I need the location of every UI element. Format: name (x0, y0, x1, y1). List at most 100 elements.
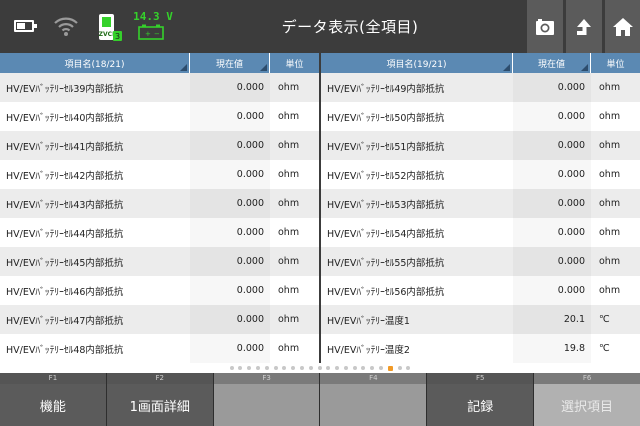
page-dot (370, 366, 375, 370)
current-value: 0.000 (190, 189, 270, 218)
page-dot (352, 366, 357, 370)
page-dot (229, 366, 234, 370)
function-key-number: F2 (106, 373, 213, 384)
item-name: HV/EVﾊﾞｯﾃﾘｰｾﾙ49内部抵抗 (327, 83, 445, 95)
svg-text:−: − (154, 30, 160, 38)
current-value: 0.000 (513, 102, 591, 131)
unit: ℃ (599, 343, 610, 354)
function-key-f5[interactable]: F5 記録 (427, 373, 535, 426)
header-current-value[interactable]: 現在値 (513, 53, 591, 73)
function-key-number: F4 (320, 373, 427, 384)
function-key-number: F1 (0, 373, 106, 384)
current-value: 0.000 (190, 247, 270, 276)
current-value: 0.000 (190, 102, 270, 131)
battery-icon (14, 20, 37, 32)
function-key-label (213, 384, 320, 426)
header-current-value[interactable]: 現在値 (190, 53, 270, 73)
header-item-name[interactable]: 項目名(18/21) (0, 53, 190, 73)
item-name: HV/EVﾊﾞｯﾃﾘｰ温度2 (327, 344, 410, 356)
table-row[interactable]: HV/EVﾊﾞｯﾃﾘｰｾﾙ45内部抵抗 0.000 ohm (0, 247, 319, 276)
table-row[interactable]: HV/EVﾊﾞｯﾃﾘｰｾﾙ44内部抵抗 0.000 ohm (0, 218, 319, 247)
page-dot (335, 366, 340, 370)
table-row[interactable]: HV/EVﾊﾞｯﾃﾘｰｾﾙ56内部抵抗 0.000 ohm (321, 276, 640, 305)
unit: ohm (278, 314, 300, 325)
table-row[interactable]: HV/EVﾊﾞｯﾃﾘｰｾﾙ51内部抵抗 0.000 ohm (321, 131, 640, 160)
current-value: 0.000 (513, 247, 591, 276)
wifi-icon (54, 17, 78, 36)
unit: ohm (599, 140, 621, 151)
unit: ohm (278, 285, 300, 296)
unit: ohm (599, 256, 621, 267)
table-row[interactable]: HV/EVﾊﾞｯﾃﾘｰｾﾙ49内部抵抗 0.000 ohm (321, 73, 640, 102)
page-dot (308, 366, 313, 370)
home-button[interactable] (605, 0, 640, 53)
page-dot (406, 366, 411, 370)
table-row[interactable]: HV/EVﾊﾞｯﾃﾘｰｾﾙ39内部抵抗 0.000 ohm (0, 73, 319, 102)
function-key-f1[interactable]: F1 機能 (0, 373, 107, 426)
item-name: HV/EVﾊﾞｯﾃﾘｰｾﾙ45内部抵抗 (6, 257, 124, 269)
page-dot (361, 366, 366, 370)
page-dot (291, 366, 296, 370)
item-name: HV/EVﾊﾞｯﾃﾘｰｾﾙ54内部抵抗 (327, 228, 445, 240)
camera-button[interactable] (527, 0, 563, 53)
item-name: HV/EVﾊﾞｯﾃﾘｰｾﾙ43内部抵抗 (6, 199, 124, 211)
table-row[interactable]: HV/EVﾊﾞｯﾃﾘｰｾﾙ52内部抵抗 0.000 ohm (321, 160, 640, 189)
current-value: 0.000 (190, 160, 270, 189)
page-dot (299, 366, 304, 370)
unit: ohm (599, 198, 621, 209)
table-row[interactable]: HV/EVﾊﾞｯﾃﾘｰｾﾙ54内部抵抗 0.000 ohm (321, 218, 640, 247)
table-row[interactable]: HV/EVﾊﾞｯﾃﾘｰｾﾙ46内部抵抗 0.000 ohm (0, 276, 319, 305)
table-row[interactable]: HV/EVﾊﾞｯﾃﾘｰｾﾙ42内部抵抗 0.000 ohm (0, 160, 319, 189)
current-value: 0.000 (513, 218, 591, 247)
unit: ohm (599, 169, 621, 180)
current-value: 0.000 (513, 276, 591, 305)
table-row[interactable]: HV/EVﾊﾞｯﾃﾘｰｾﾙ40内部抵抗 0.000 ohm (0, 102, 319, 131)
back-button[interactable] (566, 0, 602, 53)
function-key-number: F6 (534, 373, 640, 384)
table-row[interactable]: HV/EVﾊﾞｯﾃﾘｰｾﾙ48内部抵抗 0.000 ohm (0, 334, 319, 363)
table-row[interactable]: HV/EVﾊﾞｯﾃﾘｰ温度1 20.1 ℃ (321, 305, 640, 334)
zvci-badge: 3 (115, 32, 120, 41)
page-dot (317, 366, 322, 370)
header-item-name[interactable]: 項目名(19/21) (321, 53, 513, 73)
function-key-f2[interactable]: F2 1画面詳細 (106, 373, 214, 426)
page-dot (326, 366, 331, 370)
item-name: HV/EVﾊﾞｯﾃﾘｰｾﾙ52内部抵抗 (327, 170, 445, 182)
page-dot (238, 366, 243, 370)
table-header: 項目名(18/21) 現在値 単位 (0, 53, 319, 73)
item-name: HV/EVﾊﾞｯﾃﾘｰｾﾙ44内部抵抗 (6, 228, 124, 240)
zvci-label: ZVCI (99, 31, 115, 38)
current-value: 0.000 (190, 73, 270, 102)
page-dot (282, 366, 287, 370)
current-value: 20.1 (513, 305, 591, 334)
function-key-label: 機能 (0, 384, 106, 426)
item-name: HV/EVﾊﾞｯﾃﾘｰｾﾙ50内部抵抗 (327, 112, 445, 124)
current-value: 0.000 (513, 160, 591, 189)
current-value: 0.000 (190, 334, 270, 363)
unit: ohm (278, 256, 300, 267)
page-dot (343, 366, 348, 370)
item-name: HV/EVﾊﾞｯﾃﾘｰｾﾙ48内部抵抗 (6, 344, 124, 356)
item-name: HV/EVﾊﾞｯﾃﾘｰｾﾙ42内部抵抗 (6, 170, 124, 182)
page-dot (247, 366, 252, 370)
table-row[interactable]: HV/EVﾊﾞｯﾃﾘｰｾﾙ53内部抵抗 0.000 ohm (321, 189, 640, 218)
table-row[interactable]: HV/EVﾊﾞｯﾃﾘｰｾﾙ55内部抵抗 0.000 ohm (321, 247, 640, 276)
unit: ohm (599, 111, 621, 122)
right-rows: HV/EVﾊﾞｯﾃﾘｰｾﾙ49内部抵抗 0.000 ohm HV/EVﾊﾞｯﾃﾘｰｾﾙ… (321, 73, 640, 363)
table-row[interactable]: HV/EVﾊﾞｯﾃﾘｰｾﾙ47内部抵抗 0.000 ohm (0, 305, 319, 334)
table-row[interactable]: HV/EVﾊﾞｯﾃﾘｰｾﾙ41内部抵抗 0.000 ohm (0, 131, 319, 160)
page-dot (397, 366, 402, 370)
function-key-label (320, 384, 427, 426)
table-row[interactable]: HV/EVﾊﾞｯﾃﾘｰｾﾙ43内部抵抗 0.000 ohm (0, 189, 319, 218)
unit: ohm (278, 227, 300, 238)
current-value: 19.8 (513, 334, 591, 363)
page-dot (378, 366, 383, 370)
function-key-bar: F1 機能 F2 1画面詳細 F3 F4 F5 記録 F6 選択項目 (0, 373, 640, 426)
table-row[interactable]: HV/EVﾊﾞｯﾃﾘｰｾﾙ50内部抵抗 0.000 ohm (321, 102, 640, 131)
table-row[interactable]: HV/EVﾊﾞｯﾃﾘｰ温度2 19.8 ℃ (321, 334, 640, 363)
function-key-number: F3 (213, 373, 320, 384)
item-name: HV/EVﾊﾞｯﾃﾘｰｾﾙ40内部抵抗 (6, 112, 124, 124)
function-key-label: 記録 (427, 384, 534, 426)
function-key-f6: F6 選択項目 (534, 373, 640, 426)
page-dot (256, 366, 261, 370)
